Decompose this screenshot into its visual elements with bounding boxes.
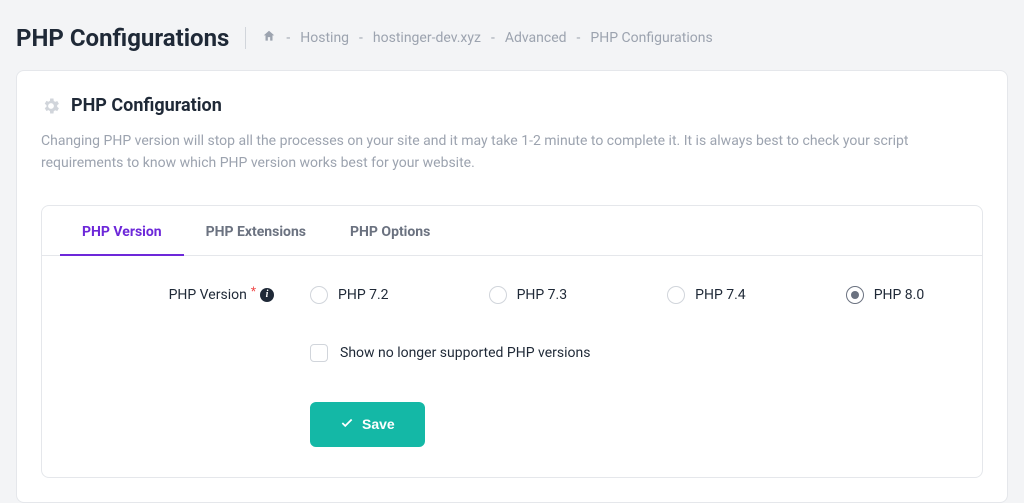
card-description: Changing PHP version will stop all the p… [41,130,983,175]
tabs: PHP Version PHP Extensions PHP Options [42,206,982,256]
radio-group: PHP 7.2 PHP 7.3 PHP 7.4 PHP 8.0 [290,286,954,304]
radio-label: PHP 7.4 [695,287,746,303]
breadcrumb-sep: - [359,30,363,46]
required-asterisk: * [251,284,256,298]
radio-input[interactable] [846,286,864,304]
home-icon[interactable] [262,29,276,47]
gear-icon [41,96,61,116]
breadcrumb-item[interactable]: PHP Configurations [590,30,712,46]
breadcrumb-item[interactable]: Hosting [300,30,349,46]
form-label: PHP Version * i [70,287,290,303]
radio-input[interactable] [310,286,328,304]
radio-label: PHP 7.2 [338,287,389,303]
checkbox-label: Show no longer supported PHP versions [340,345,590,361]
breadcrumb-sep: - [577,30,581,46]
save-button-label: Save [362,416,395,432]
inner-card: PHP Version PHP Extensions PHP Options P… [41,205,983,478]
radio-php-7-4[interactable]: PHP 7.4 [667,286,746,304]
tab-php-version[interactable]: PHP Version [60,206,184,256]
breadcrumb-sep: - [286,30,290,46]
divider [245,27,246,49]
radio-label: PHP 7.3 [517,287,568,303]
checkbox-row: Show no longer supported PHP versions [310,344,954,362]
save-button[interactable]: Save [310,402,425,447]
page-title: PHP Configurations [16,24,229,52]
radio-input[interactable] [489,286,507,304]
check-icon [340,416,354,433]
breadcrumb-item[interactable]: hostinger-dev.xyz [373,30,481,46]
tab-php-extensions[interactable]: PHP Extensions [184,206,328,256]
radio-php-8-0[interactable]: PHP 8.0 [846,286,925,304]
card-title: PHP Configuration [71,95,222,116]
breadcrumb-sep: - [491,30,495,46]
checkbox-unsupported[interactable] [310,344,328,362]
php-version-label: PHP Version [169,287,247,303]
save-row: Save [310,402,954,447]
config-card: PHP Configuration Changing PHP version w… [16,70,1008,503]
radio-php-7-3[interactable]: PHP 7.3 [489,286,568,304]
radio-label: PHP 8.0 [874,287,925,303]
info-icon[interactable]: i [260,288,274,302]
radio-input[interactable] [667,286,685,304]
breadcrumb-item[interactable]: Advanced [505,30,567,46]
php-version-row: PHP Version * i PHP 7.2 PHP 7.3 [70,286,954,304]
tab-body: PHP Version * i PHP 7.2 PHP 7.3 [42,256,982,477]
radio-php-7-2[interactable]: PHP 7.2 [310,286,389,304]
tab-php-options[interactable]: PHP Options [328,206,452,256]
breadcrumb: - Hosting - hostinger-dev.xyz - Advanced… [262,29,712,47]
